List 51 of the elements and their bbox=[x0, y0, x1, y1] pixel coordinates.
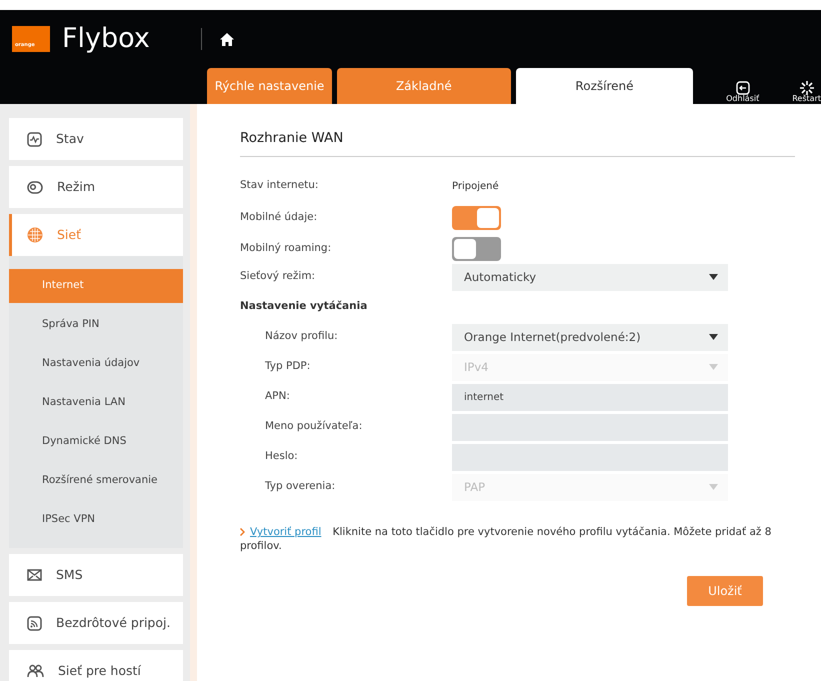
globe-icon bbox=[27, 227, 43, 243]
input-field[interactable]: internet bbox=[452, 384, 728, 411]
header-action-button[interactable]: Reštart bbox=[792, 81, 821, 104]
create-profile-note: Vytvoriť profil Kliknite na toto tlačidlo pre vytvorenie nového profilu vytáčania. Môžete pridať až 8 profilov. bbox=[240, 526, 772, 554]
logout-icon bbox=[736, 81, 750, 96]
submenu-item[interactable]: Nastavenia LAN bbox=[9, 386, 183, 420]
field-label: Mobilné údaje: bbox=[240, 211, 318, 224]
field-label: Typ overenia: bbox=[265, 480, 336, 492]
restart-icon bbox=[800, 81, 814, 96]
caret-icon bbox=[709, 364, 718, 370]
submenu-item[interactable]: Správa PIN bbox=[9, 308, 183, 342]
pulse-icon bbox=[27, 132, 42, 146]
subsection-heading: Nastavenie vytáčania bbox=[240, 299, 368, 314]
toggle-switch[interactable] bbox=[452, 206, 501, 230]
brand-title: Flybox bbox=[62, 22, 151, 56]
section-title: Rozhranie WAN bbox=[240, 128, 795, 158]
field-label: Mobilný roaming: bbox=[240, 242, 332, 254]
mode-icon bbox=[27, 180, 43, 194]
wifi-icon bbox=[27, 616, 42, 630]
field-label: Stav internetu: bbox=[240, 179, 318, 192]
submenu-item[interactable]: Nastavenia údajov bbox=[9, 347, 183, 381]
caret-icon bbox=[709, 274, 718, 280]
submenu-item[interactable]: Rozšírené smerovanie bbox=[9, 464, 183, 498]
field-label: APN: bbox=[265, 390, 290, 402]
home-icon[interactable] bbox=[220, 32, 234, 46]
submenu-item[interactable]: IPSec VPN bbox=[9, 503, 183, 537]
sidebar-item[interactable]: Bezdrôtové pripoj. bbox=[9, 602, 183, 644]
field-label: Heslo: bbox=[265, 450, 298, 462]
input-field[interactable] bbox=[452, 444, 728, 471]
field-label: Sieťový režim: bbox=[240, 270, 316, 282]
toggle-switch[interactable] bbox=[452, 236, 501, 261]
field-label: Meno používateľa: bbox=[265, 420, 362, 432]
submenu-item[interactable]: Dynamické DNS bbox=[9, 425, 183, 459]
create-profile-link[interactable]: Vytvoriť profil bbox=[250, 526, 322, 538]
sidebar-item[interactable]: Sieť pre hostí bbox=[9, 650, 183, 681]
field-label: Typ PDP: bbox=[265, 360, 310, 372]
tab[interactable]: Rozšírené bbox=[516, 68, 694, 104]
sidebar-item[interactable]: SMS bbox=[9, 554, 183, 596]
header-action-button[interactable]: Odhlásiť bbox=[726, 81, 760, 104]
chevron-icon bbox=[240, 528, 245, 536]
caret-icon bbox=[709, 334, 718, 340]
envelope-icon bbox=[27, 569, 42, 581]
sidebar-item[interactable]: Stav bbox=[9, 118, 183, 160]
input-field[interactable] bbox=[452, 414, 728, 441]
dropdown[interactable]: Orange Internet(predvolené:2) bbox=[452, 324, 728, 351]
field-label: Názov profilu: bbox=[265, 330, 338, 342]
people-icon bbox=[27, 664, 44, 678]
caret-icon bbox=[709, 484, 718, 490]
dropdown[interactable]: Automaticky bbox=[452, 264, 728, 291]
status-value: Pripojené bbox=[452, 181, 499, 192]
sidebar-item[interactable]: Režim bbox=[9, 166, 183, 208]
